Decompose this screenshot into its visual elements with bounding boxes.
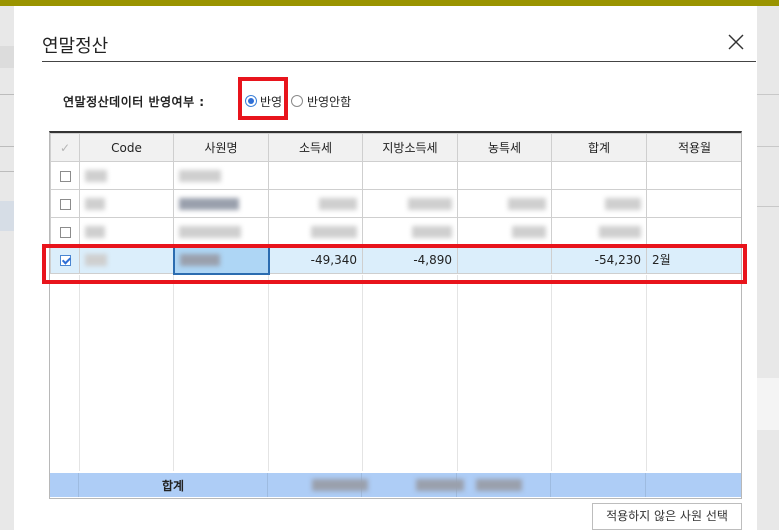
footer-cell bbox=[50, 473, 79, 497]
redacted-code bbox=[85, 170, 107, 182]
background-line bbox=[0, 146, 14, 147]
column-header-apply-month[interactable]: 적용월 bbox=[646, 133, 741, 162]
grid-column-line bbox=[173, 275, 174, 471]
background-line bbox=[0, 171, 14, 172]
column-header-income-tax[interactable]: 소득세 bbox=[268, 133, 363, 162]
highlight-box-selected-row bbox=[42, 244, 747, 284]
table-row[interactable] bbox=[50, 161, 741, 190]
redacted-value bbox=[412, 226, 452, 238]
background-block bbox=[757, 378, 779, 430]
column-header-code[interactable]: Code bbox=[79, 133, 174, 162]
radio-not-apply-label[interactable]: 반영안함 bbox=[307, 93, 351, 110]
title-divider bbox=[42, 61, 756, 62]
grid-column-line bbox=[646, 275, 647, 471]
row-checkbox[interactable] bbox=[59, 170, 71, 182]
header-checkbox-cell[interactable]: ✓ bbox=[50, 133, 80, 162]
column-header-rural-special-tax[interactable]: 농특세 bbox=[457, 133, 552, 162]
redacted-value bbox=[605, 198, 641, 210]
background-line bbox=[757, 94, 779, 95]
redacted-name bbox=[179, 225, 241, 238]
column-header-local-income-tax[interactable]: 지방소득세 bbox=[362, 133, 458, 162]
footer-cell bbox=[551, 473, 646, 497]
grid-empty-area bbox=[50, 275, 741, 471]
redacted-total bbox=[476, 479, 522, 491]
radio-not-apply[interactable] bbox=[291, 95, 303, 107]
background-app-left bbox=[0, 6, 14, 530]
column-header-total[interactable]: 합계 bbox=[551, 133, 647, 162]
background-block bbox=[0, 46, 14, 68]
close-icon[interactable] bbox=[726, 32, 746, 52]
row-checkbox[interactable] bbox=[59, 226, 71, 238]
redacted-value bbox=[512, 226, 546, 238]
redacted-total bbox=[416, 479, 464, 491]
redacted-value bbox=[599, 226, 641, 238]
grid-column-line bbox=[79, 275, 80, 471]
redacted-name bbox=[179, 170, 221, 182]
grid-column-line bbox=[268, 275, 269, 471]
table-row[interactable] bbox=[50, 189, 741, 218]
background-app-right bbox=[757, 6, 779, 530]
grid-column-line bbox=[551, 275, 552, 471]
footer-total-label: 합계 bbox=[162, 479, 185, 493]
redacted-name bbox=[179, 198, 239, 210]
apply-option-label: 연말정산데이터 반영여부 : bbox=[63, 95, 205, 109]
check-all-icon[interactable]: ✓ bbox=[60, 141, 70, 155]
grid-header-row: ✓ Code 사원명 소득세 지방소득세 농특세 합계 적용월 bbox=[50, 133, 741, 162]
redacted-total bbox=[312, 479, 368, 491]
background-block bbox=[0, 201, 14, 231]
grid-footer-total-row: 합계 bbox=[50, 473, 741, 497]
dialog-title: 연말정산 bbox=[42, 36, 109, 57]
highlight-box-apply-option bbox=[238, 77, 288, 120]
grid-column-line bbox=[362, 275, 363, 471]
table-row[interactable] bbox=[50, 217, 741, 246]
background-line bbox=[0, 94, 14, 95]
grid-column-line bbox=[457, 275, 458, 471]
column-header-employee-name[interactable]: 사원명 bbox=[173, 133, 269, 162]
background-line bbox=[757, 206, 779, 207]
redacted-code bbox=[85, 226, 105, 238]
background-line bbox=[757, 146, 779, 147]
year-end-settlement-dialog: 연말정산 연말정산데이터 반영여부 : 반영 반영안함 ✓ Code 사원명 소… bbox=[14, 6, 757, 530]
redacted-code bbox=[85, 198, 105, 210]
row-checkbox[interactable] bbox=[59, 198, 71, 210]
select-unapplied-employees-button[interactable]: 적용하지 않은 사원 선택 bbox=[592, 503, 742, 530]
redacted-value bbox=[311, 226, 357, 238]
employee-tax-grid: ✓ Code 사원명 소득세 지방소득세 농특세 합계 적용월 -49,340 … bbox=[49, 131, 742, 499]
redacted-value bbox=[508, 198, 546, 210]
redacted-value bbox=[319, 198, 357, 210]
redacted-value bbox=[408, 198, 452, 210]
